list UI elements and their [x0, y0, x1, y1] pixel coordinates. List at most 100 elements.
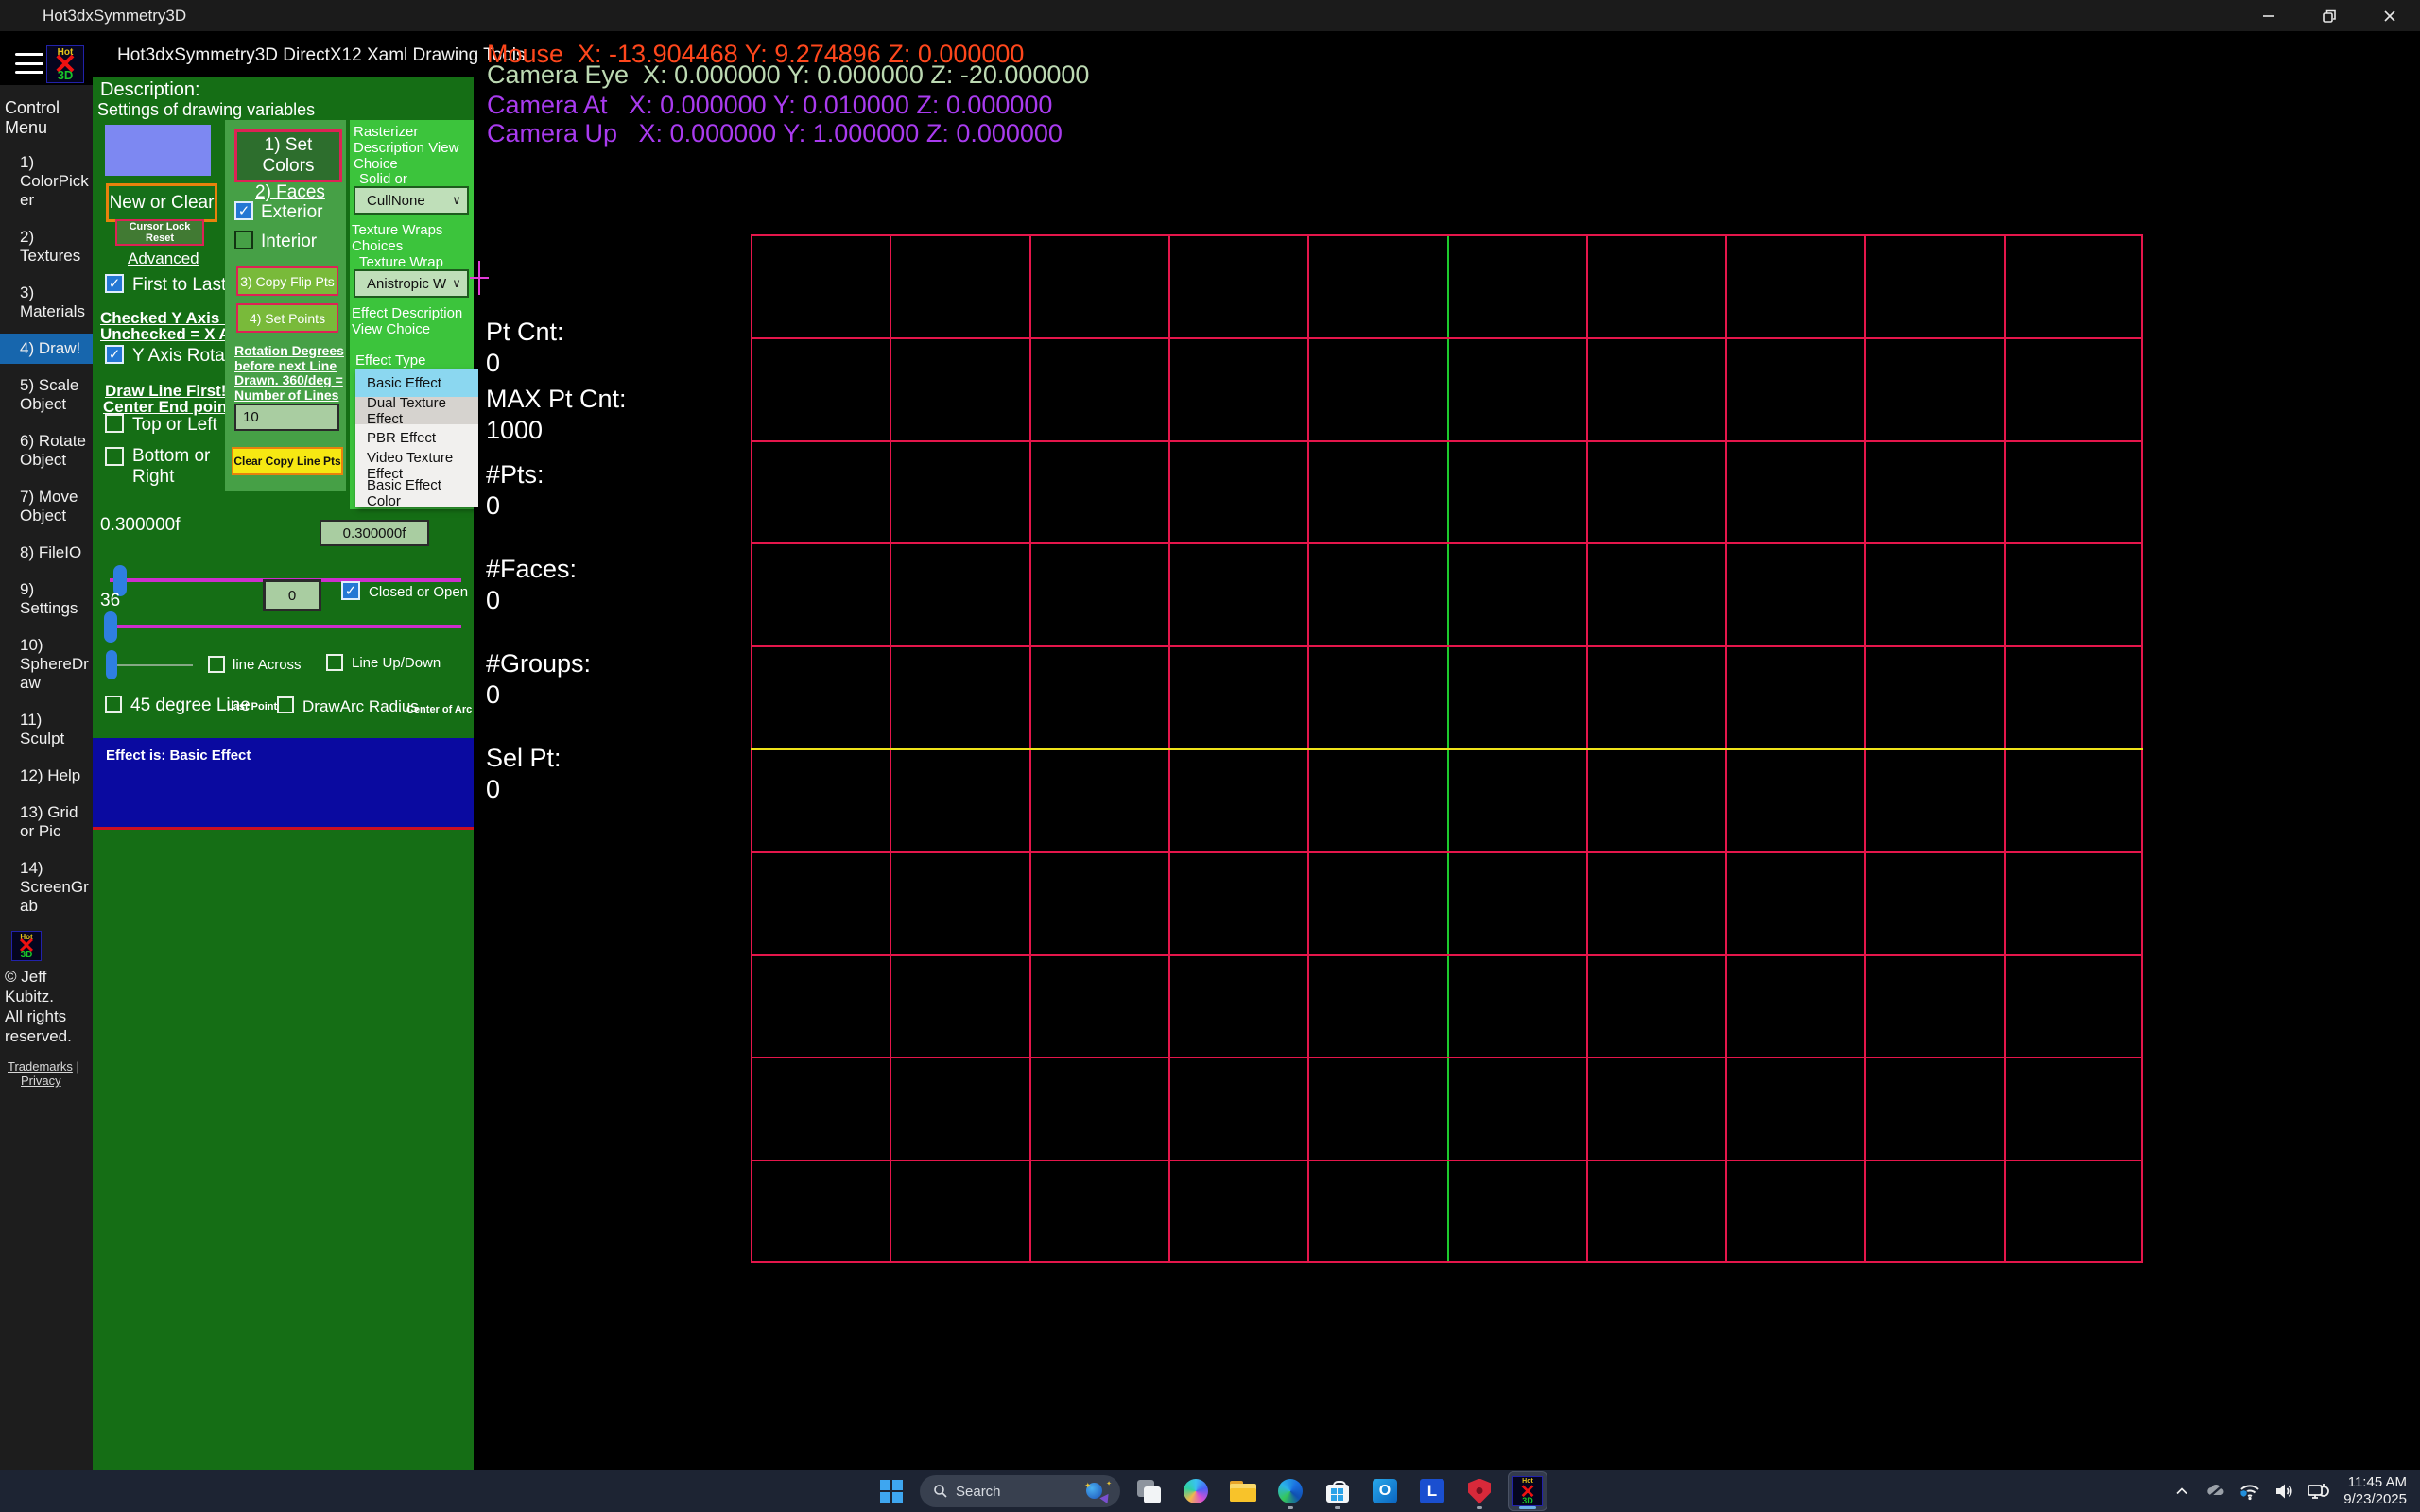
search-box[interactable]: Search✦✦ [920, 1475, 1120, 1507]
segments-slider-track[interactable] [110, 625, 461, 628]
draw-arc-checkbox[interactable] [277, 696, 294, 713]
trademarks-link[interactable]: Trademarks [8, 1059, 73, 1074]
color-swatch[interactable] [105, 125, 211, 176]
closed-or-open-checkbox[interactable]: ✓ [341, 581, 360, 600]
sidebar-item-11-sculpt[interactable]: 11) Sculpt [0, 705, 93, 754]
volume-icon[interactable] [2270, 1477, 2298, 1505]
update-status-icon[interactable] [2304, 1477, 2332, 1505]
line-across-label: line Across [233, 657, 302, 673]
y-axis-rotation-checkbox[interactable]: ✓ [105, 345, 124, 364]
first-to-last-checkbox[interactable]: ✓ [105, 274, 124, 293]
taskbar-clock[interactable]: 11:45 AM 9/23/2025 [2338, 1474, 2414, 1508]
set-points-button[interactable]: 4) Set Points [236, 303, 338, 333]
bing-daily-icon: ✦✦ [1084, 1480, 1113, 1503]
sidebar-item-1-colorpicker[interactable]: 1) ColorPicker [0, 147, 93, 215]
texture-wrap-dropdown[interactable]: Anistropic Wr ∨ [354, 269, 469, 298]
line-up-down-checkbox[interactable] [326, 654, 343, 671]
sidebar-item-5-scale-object[interactable]: 5) Scale Object [0, 370, 93, 420]
effect-description-label: Effect Description View Choice [352, 305, 471, 337]
line-up-down-label: Line Up/Down [352, 655, 441, 671]
security-shield-icon[interactable] [1461, 1472, 1498, 1510]
wifi-secure-icon[interactable] [2236, 1477, 2264, 1505]
advanced-link[interactable]: Advanced [128, 249, 199, 268]
effect-option-pbr-effect[interactable]: PBR Effect [355, 424, 478, 452]
taskbar: Search✦✦ OL Hot✕3D 11:45 AM 9/23/2025 [0, 1470, 2420, 1512]
sidebar-item-10-spheredraw[interactable]: 10) SphereDraw [0, 630, 93, 698]
deg45-line-checkbox[interactable] [105, 696, 122, 713]
sidebar-item-13-grid-or-pic[interactable]: 13) Grid or Pic [0, 798, 93, 847]
security-shield-icon [1468, 1479, 1491, 1504]
cull-mode-dropdown[interactable]: CullNone ∨ [354, 186, 469, 215]
viewport-grid[interactable] [751, 234, 2143, 1263]
sidebar-item-12-help[interactable]: 12) Help [0, 761, 93, 791]
file-explorer-icon[interactable] [1224, 1472, 1262, 1510]
copilot-icon[interactable] [1177, 1472, 1215, 1510]
restore-button[interactable] [2299, 0, 2360, 31]
set-colors-button[interactable]: 1) Set Colors [234, 129, 342, 182]
search-placeholder: Search [948, 1484, 1084, 1500]
microsoft-store-icon[interactable] [1319, 1472, 1357, 1510]
bottom-or-right-checkbox[interactable] [105, 447, 124, 466]
clock-time: 11:45 AM [2343, 1474, 2407, 1491]
clear-copy-line-pts-button[interactable]: Clear Copy Line Pts [232, 447, 343, 475]
sidebar-item-9-settings[interactable]: 9) Settings [0, 575, 93, 624]
thickness-value-box[interactable]: 0.300000f [320, 520, 429, 546]
sidebar-item-6-rotate-object[interactable]: 6) Rotate Object [0, 426, 93, 475]
task-view-icon [1130, 1472, 1167, 1510]
sidebar-item-7-move-object[interactable]: 7) Move Object [0, 482, 93, 531]
interior-checkbox[interactable] [234, 231, 253, 249]
privacy-link[interactable]: Privacy [21, 1074, 61, 1088]
file-explorer-icon [1230, 1481, 1256, 1502]
effect-option-video-texture-effect[interactable]: Video Texture Effect [355, 452, 478, 479]
camera-eye-coords: Camera Eye X: 0.000000 Y: 0.000000 Z: -2… [487, 60, 1089, 90]
sidebar-item-2-textures[interactable]: 2) Textures [0, 222, 93, 271]
close-button[interactable] [2360, 0, 2420, 31]
minimize-button[interactable] [2238, 0, 2299, 31]
num-lines-input[interactable]: 10 [234, 404, 339, 431]
new-or-clear-button[interactable]: New or Clear [106, 183, 217, 222]
exterior-checkbox[interactable]: ✓ [234, 201, 253, 220]
zero-input[interactable]: 0 [263, 579, 321, 611]
faces-link[interactable]: 2) Faces [255, 182, 325, 203]
top-or-left-checkbox[interactable] [105, 414, 124, 433]
hot3dx-app-icon[interactable]: Hot✕3D [1508, 1471, 1547, 1511]
effect-status-box: Effect is: Basic Effect [93, 738, 474, 827]
stat-value: 0 [486, 774, 562, 805]
grid-center-horizontal-line [751, 748, 2143, 750]
sidebar-item-3-materials[interactable]: 3) Materials [0, 278, 93, 327]
texture-wraps-choices-label: Texture Wraps Choices [352, 222, 473, 254]
camera-at-coords: Camera At X: 0.000000 Y: 0.010000 Z: 0.0… [487, 91, 1052, 120]
hamburger-menu-icon[interactable] [15, 53, 43, 74]
stat-max-pt-cnt-: MAX Pt Cnt:1000 [486, 384, 627, 446]
top-or-left-label: Top or Left [132, 415, 217, 436]
chevron-up-icon[interactable] [2168, 1477, 2196, 1505]
running-indicator [1519, 1506, 1536, 1509]
edge-icon[interactable] [1271, 1472, 1309, 1510]
effect-option-dual-texture-effect[interactable]: Dual Texture Effect [355, 397, 478, 424]
first-to-last-label: First to Last [132, 275, 226, 296]
stat--pts-: #Pts:0 [486, 459, 544, 522]
line-mode-slider-thumb[interactable] [106, 650, 117, 679]
line-across-checkbox[interactable] [208, 656, 225, 673]
task-view-button[interactable] [1130, 1472, 1167, 1510]
effect-option-basic-effect[interactable]: Basic Effect [355, 369, 478, 397]
sidebar-item-14-screengrab[interactable]: 14) ScreenGrab [0, 853, 93, 921]
hot3dx-logo-icon: Hot✕3D [46, 45, 84, 83]
sidebar-item-8-fileio[interactable]: 8) FileIO [0, 538, 93, 568]
cursor-lock-reset-button[interactable]: Cursor Lock Reset [115, 219, 204, 246]
copy-flip-pts-button[interactable]: 3) Copy Flip Pts [236, 266, 338, 296]
grid-horizontal-line [751, 954, 2143, 956]
outlook-icon[interactable]: O [1366, 1472, 1404, 1510]
start-button[interactable] [873, 1472, 910, 1510]
effect-option-basic-effect-color[interactable]: Basic Effect Color [355, 479, 478, 507]
letter-l-app-icon[interactable]: L [1413, 1472, 1451, 1510]
last-point-label: Last Point [227, 701, 277, 713]
line-mode-slider-track[interactable] [112, 664, 193, 666]
segments-slider-thumb[interactable] [104, 611, 117, 643]
sidebar-item-4-draw-[interactable]: 4) Draw! [0, 334, 93, 364]
description-subtitle: Settings of drawing variables [97, 100, 315, 120]
grid-horizontal-line [751, 645, 2143, 647]
stat-value: 0 [486, 585, 577, 616]
onedrive-paused-icon[interactable] [2202, 1477, 2230, 1505]
description-title: Description: [100, 79, 200, 101]
